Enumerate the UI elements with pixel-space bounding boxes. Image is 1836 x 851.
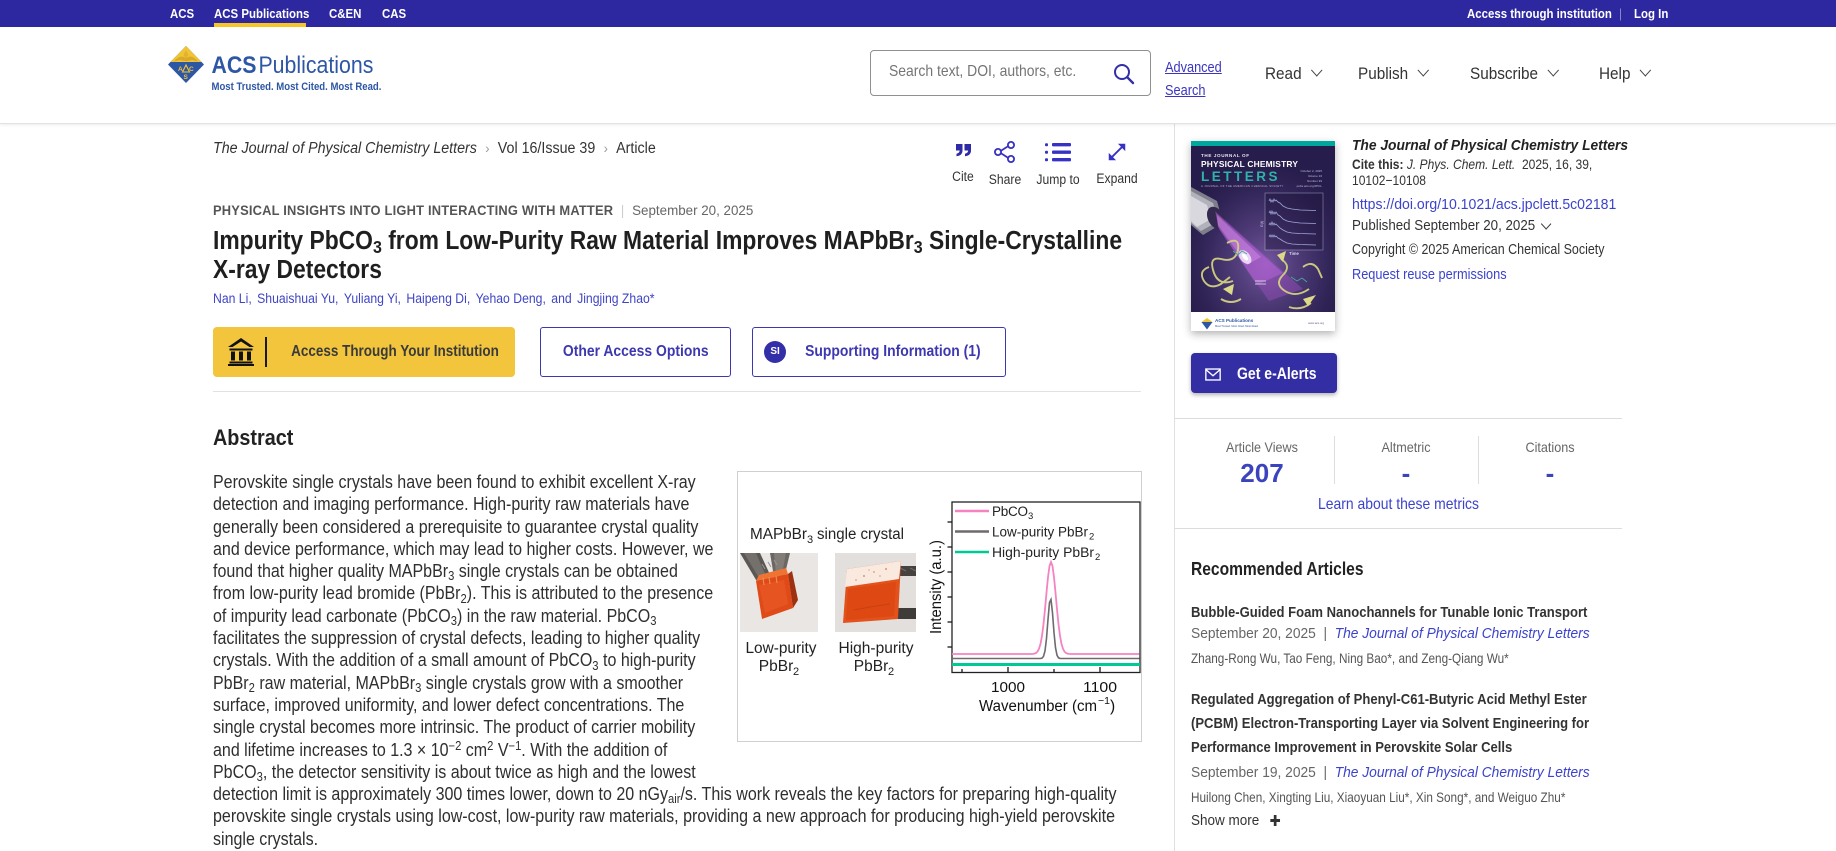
svg-text:Wavenumber (cm: Wavenumber (cm — [979, 698, 1097, 715]
svg-text:Low-purity PbBr: Low-purity PbBr — [992, 525, 1088, 540]
svg-text:Intensity (a.u.): Intensity (a.u.) — [928, 540, 945, 634]
svg-text:THE JOURNAL OF: THE JOURNAL OF — [1201, 153, 1250, 158]
svg-text:single crystal: single crystal — [817, 526, 904, 543]
svg-text:PbBr: PbBr — [759, 658, 793, 675]
svg-text:PbBr: PbBr — [854, 658, 888, 675]
svg-text:1100: 1100 — [1083, 679, 1117, 696]
svg-text:Time: Time — [1289, 251, 1299, 256]
svg-text:LETTERS: LETTERS — [1201, 169, 1280, 184]
svg-text:Most Trusted. Most Cited. Most: Most Trusted. Most Cited. Most Read. — [212, 81, 382, 93]
svg-text:MAPbBr: MAPbBr — [750, 526, 807, 543]
svg-text:PbCO: PbCO — [992, 504, 1028, 519]
svg-text:pubs.acs.org/JPCL: pubs.acs.org/JPCL — [1297, 184, 1323, 188]
svg-text:High-purity: High-purity — [839, 640, 914, 657]
svg-text:2: 2 — [793, 666, 799, 678]
svg-text:PHYSICAL CHEMISTRY: PHYSICAL CHEMISTRY — [1201, 159, 1298, 169]
svg-text:3: 3 — [1028, 511, 1033, 522]
svg-text:2: 2 — [888, 666, 894, 678]
svg-text:Volume 16: Volume 16 — [1308, 174, 1323, 178]
svg-text:1000: 1000 — [991, 679, 1025, 696]
svg-text:3: 3 — [807, 534, 813, 546]
svg-text:Low-purity: Low-purity — [746, 640, 817, 657]
svg-text:ACS: ACS — [212, 51, 257, 79]
svg-text:Publications: Publications — [258, 51, 373, 79]
svg-text:G(t): G(t) — [1260, 221, 1264, 227]
svg-text:ACS Publications: ACS Publications — [1215, 318, 1254, 323]
svg-text:October 2, 2025: October 2, 2025 — [1300, 169, 1322, 173]
svg-text:−1: −1 — [1098, 695, 1110, 707]
svg-text:S: S — [184, 74, 189, 81]
svg-text:): ) — [1110, 698, 1115, 715]
svg-text:www.acs.org: www.acs.org — [1308, 321, 1324, 325]
svg-text:High-purity PbBr: High-purity PbBr — [992, 545, 1095, 560]
svg-text:Most Trusted. Most Cited. Most: Most Trusted. Most Cited. Most Read. — [1215, 324, 1259, 328]
svg-text:A JOURNAL OF THE AMERICAN CHEM: A JOURNAL OF THE AMERICAN CHEMICAL SOCIE… — [1201, 184, 1284, 188]
svg-text:Number 39: Number 39 — [1307, 179, 1322, 183]
svg-text:2: 2 — [1095, 552, 1100, 563]
svg-text:2: 2 — [1089, 532, 1094, 543]
